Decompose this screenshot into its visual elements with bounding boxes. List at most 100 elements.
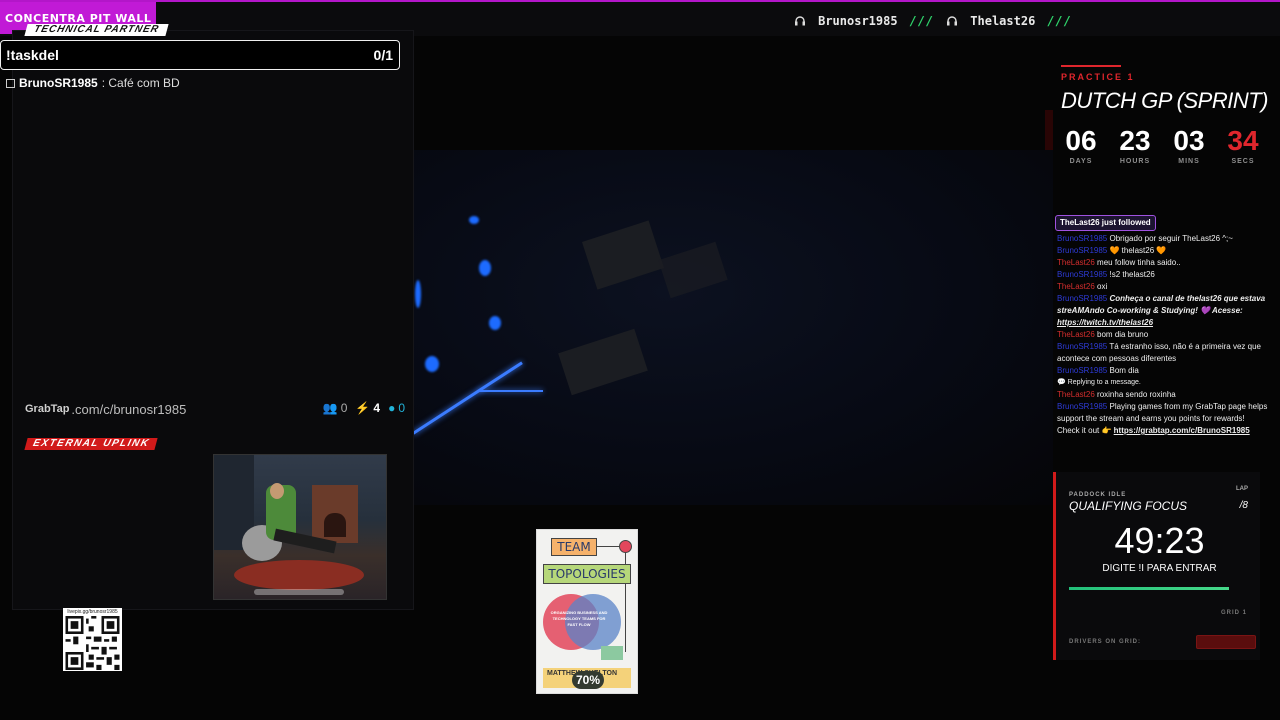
credit-name-1: Brunosr1985 bbox=[818, 14, 898, 28]
chat-log: TheLast26 just followed BrunoSR1985 Obri… bbox=[1055, 215, 1270, 437]
credit-separator-1: /// bbox=[909, 14, 935, 28]
chat-link[interactable]: https://twitch.tv/thelast26 bbox=[1057, 318, 1153, 327]
lap-label: LAP bbox=[1236, 486, 1248, 492]
follow-alert: TheLast26 just followed bbox=[1055, 215, 1156, 231]
book-dot bbox=[619, 540, 632, 553]
chat-username: BrunoSR1985 bbox=[1057, 234, 1108, 243]
desk-paper bbox=[658, 241, 728, 299]
book-title-2: TOPOLOGIES bbox=[543, 564, 631, 584]
external-uplink-label: EXTERNAL UPLINK bbox=[24, 438, 158, 450]
countdown-hours: 23 HOURS bbox=[1112, 124, 1158, 165]
chat-username: BrunoSR1985 bbox=[1057, 366, 1108, 375]
grabtap-stats: 👥 0 ⚡ 4 ● 0 bbox=[323, 401, 405, 415]
hours-label: HOURS bbox=[1119, 158, 1151, 165]
rgb-light bbox=[469, 216, 479, 224]
bolts-count: 4 bbox=[373, 401, 381, 415]
chat-text: Bom dia bbox=[1107, 366, 1139, 375]
mins-label: MINS bbox=[1178, 158, 1200, 165]
desk-edge-light bbox=[413, 361, 523, 435]
chat-text: Obrigado por seguir TheLast26 ^;~ bbox=[1107, 234, 1233, 243]
grabtap-url: .com/c/brunosr1985 bbox=[71, 401, 187, 417]
countdown-secs: 34 SECS bbox=[1220, 124, 1266, 165]
paddock-status: PADDOCK IDLE bbox=[1069, 492, 1127, 498]
webcam-feed bbox=[413, 150, 1053, 505]
users-icon: 👥 bbox=[322, 401, 338, 415]
countdown-days: 06 DAYS bbox=[1058, 124, 1104, 165]
chat-username: TheLast26 bbox=[1057, 258, 1095, 267]
countdown: 06 DAYS 23 HOURS 03 MINS 34 SECS bbox=[1058, 124, 1266, 165]
uplink-video bbox=[213, 454, 387, 600]
chat-text: oxi bbox=[1094, 282, 1108, 291]
chat-link[interactable]: https://grabtap.com/c/BrunoSR1985 bbox=[1114, 426, 1250, 435]
credits: Brunosr1985 /// Thelast26 /// bbox=[794, 12, 1072, 30]
viewers-count: 0 bbox=[340, 401, 348, 415]
book-line bbox=[595, 546, 621, 547]
task-item[interactable]: BrunoSR1985: Café com BD bbox=[6, 76, 180, 90]
chat-reply-note: 💬 Replying to a message. bbox=[1057, 377, 1268, 389]
task-user: BrunoSR1985 bbox=[19, 76, 98, 90]
credit-separator-2: /// bbox=[1047, 14, 1072, 28]
chat-message: BrunoSR1985 Tá estranho isso, não é a pr… bbox=[1057, 341, 1268, 365]
chat-username: TheLast26 bbox=[1057, 282, 1095, 291]
chat-message: BrunoSR1985 Conheça o canal de thelast26… bbox=[1057, 293, 1268, 329]
headset-icon bbox=[947, 16, 958, 26]
book-subtitle: ORGANIZING BUSINESS AND TECHNOLOGY TEAMS… bbox=[550, 610, 608, 627]
chat-text: !s2 thelast26 bbox=[1107, 270, 1155, 279]
session-label: PRACTICE 1 bbox=[1061, 65, 1135, 82]
event-title: DUTCH GP (SPRINT) bbox=[1061, 88, 1269, 113]
viewers-stat: 👥 0 bbox=[323, 401, 348, 415]
task-header: !taskdel 0/1 bbox=[0, 40, 400, 70]
grid-label: GRID 1 bbox=[1220, 610, 1247, 616]
task-command: !taskdel bbox=[6, 47, 59, 63]
drivers-label: DRIVERS ON GRID: bbox=[1069, 639, 1142, 645]
book-box bbox=[601, 646, 623, 660]
rgb-light bbox=[479, 260, 491, 276]
grabtap-bar: GrabTap .com/c/brunosr1985 👥 0 ⚡ 4 ● 0 bbox=[25, 400, 410, 418]
desk-paper bbox=[558, 328, 648, 396]
credit-name-2: Thelast26 bbox=[970, 14, 1036, 28]
mins-value: 03 bbox=[1173, 125, 1205, 156]
task-checkbox[interactable] bbox=[6, 78, 15, 88]
rgb-light bbox=[489, 316, 501, 330]
qualifying-panel: PADDOCK IDLE LAP QUALIFYING FOCUS /8 49:… bbox=[1053, 472, 1260, 660]
chat-message: BrunoSR1985 Obrigado por seguir TheLast2… bbox=[1057, 233, 1268, 245]
points-count: 0 bbox=[398, 401, 405, 415]
chat-message: BrunoSR1985 🧡 thelast26 🧡 bbox=[1057, 245, 1268, 257]
rgb-light bbox=[425, 356, 439, 372]
video-fire bbox=[324, 513, 346, 537]
countdown-mins: 03 MINS bbox=[1166, 124, 1212, 165]
book-progress: 70% bbox=[572, 671, 604, 689]
chat-username: BrunoSR1985 bbox=[1057, 294, 1108, 303]
desk-edge-light bbox=[478, 390, 543, 392]
chat-text: meu follow tinha saido.. bbox=[1094, 258, 1181, 267]
video-person-head bbox=[270, 483, 284, 499]
qualifying-progress-bar bbox=[1069, 587, 1229, 590]
chat-message: BrunoSR1985 Bom dia bbox=[1057, 365, 1268, 377]
chat-message: TheLast26 roxinha sendo roxinha bbox=[1057, 389, 1268, 401]
lap-value: /8 bbox=[1239, 500, 1248, 511]
qualifying-instructions: DIGITE !I PARA ENTRAR bbox=[1102, 563, 1217, 574]
desk-paper bbox=[581, 220, 665, 290]
qr-url: livepix.gg/brunosr1985 bbox=[67, 609, 118, 615]
chat-username: BrunoSR1985 bbox=[1057, 342, 1108, 351]
chat-message: BrunoSR1985 !s2 thelast26 bbox=[1057, 269, 1268, 281]
headset-icon bbox=[795, 16, 806, 26]
task-text: : Café com BD bbox=[101, 76, 180, 90]
chat-username: BrunoSR1985 bbox=[1057, 246, 1108, 255]
chat-message: TheLast26 meu follow tinha saido.. bbox=[1057, 257, 1268, 269]
video-rug bbox=[234, 560, 364, 590]
chat-message: TheLast26 bom dia bruno bbox=[1057, 329, 1268, 341]
video-controls[interactable] bbox=[254, 589, 344, 595]
drivers-button[interactable] bbox=[1196, 635, 1256, 649]
chat-message: TheLast26 oxi bbox=[1057, 281, 1268, 293]
bolts-stat: ⚡ 4 bbox=[355, 401, 380, 415]
points-icon: ● bbox=[388, 401, 396, 415]
rgb-light bbox=[415, 280, 421, 308]
bolt-icon: ⚡ bbox=[355, 401, 371, 415]
book-title-1: TEAM bbox=[551, 538, 597, 556]
chat-text: bom dia bruno bbox=[1094, 330, 1149, 339]
secs-value: 34 bbox=[1227, 125, 1259, 156]
qr-code-card: livepix.gg/brunosr1985 bbox=[63, 608, 122, 671]
chat-username: BrunoSR1985 bbox=[1057, 270, 1108, 279]
secs-label: SECS bbox=[1231, 158, 1255, 165]
